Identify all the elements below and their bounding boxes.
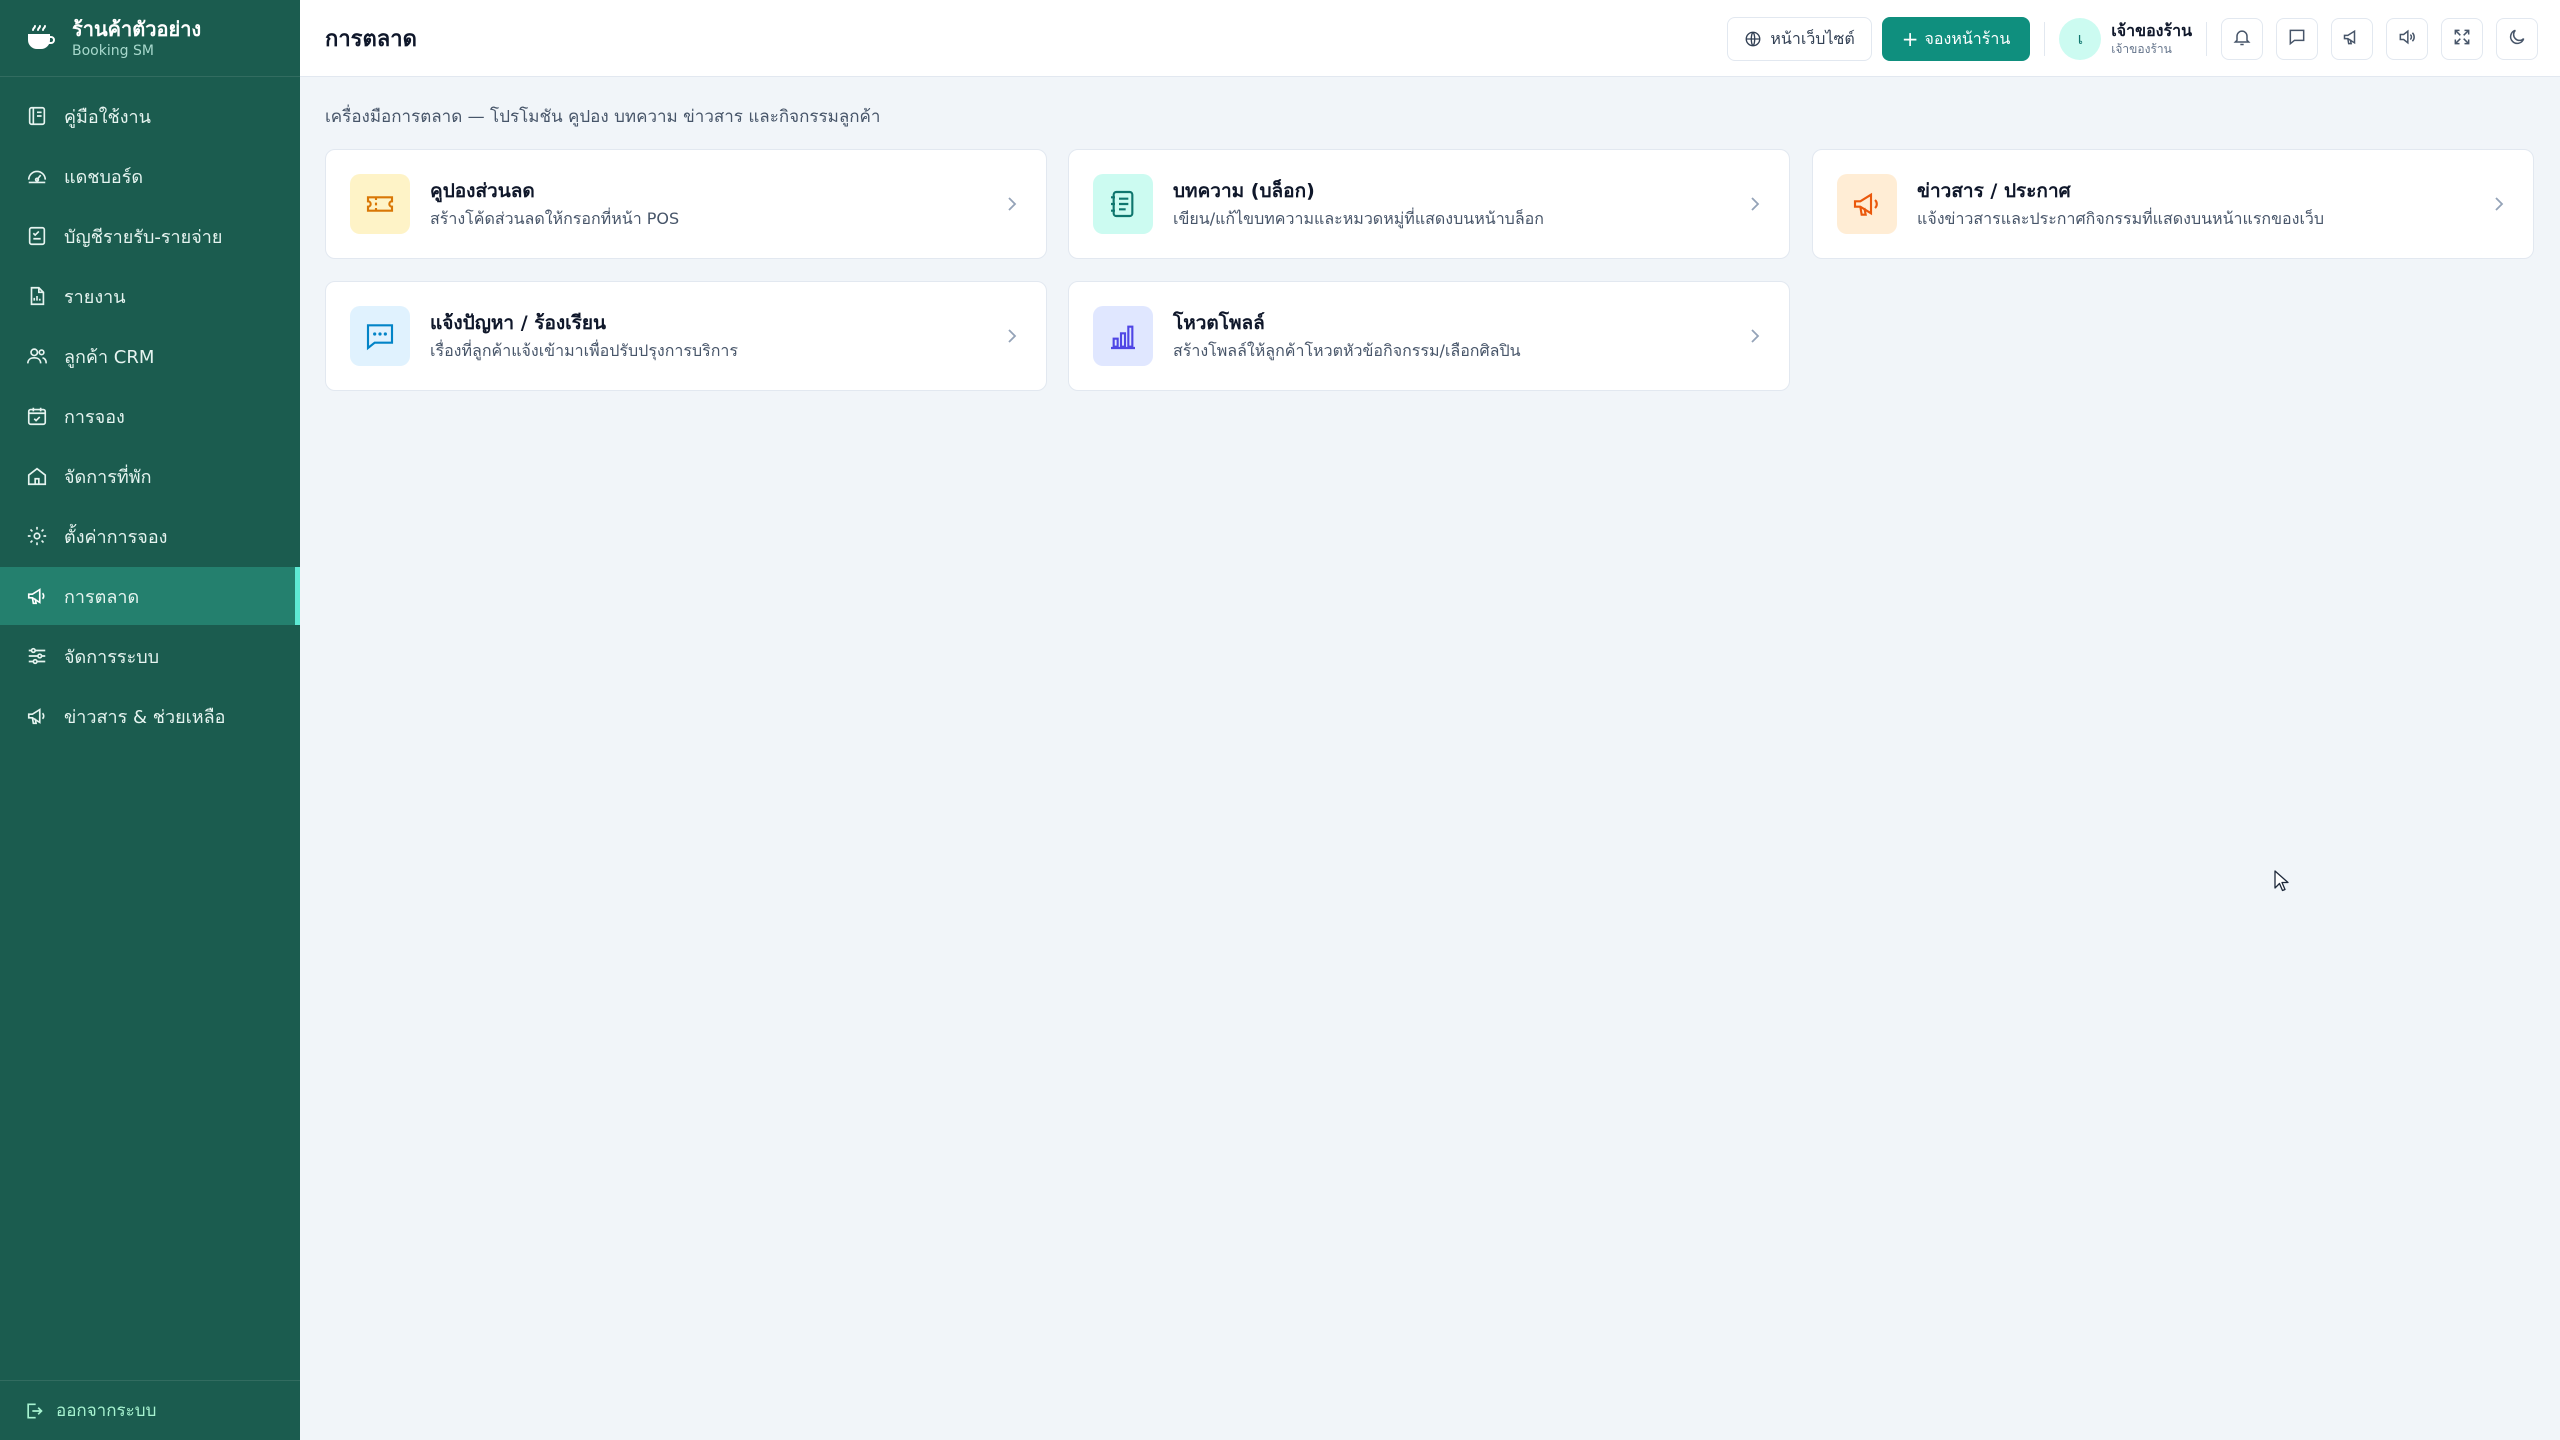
notifications-button[interactable] xyxy=(2221,18,2263,60)
megaphone-icon xyxy=(1837,174,1897,234)
chevron-right-icon xyxy=(2489,192,2509,220)
brand[interactable]: ร้านค้าตัวอย่าง Booking SM xyxy=(0,0,300,77)
website-button[interactable]: หน้าเว็บไซต์ xyxy=(1727,17,1872,61)
sidebar-item-reports[interactable]: รายงาน xyxy=(0,267,300,325)
message-icon xyxy=(350,306,410,366)
divider xyxy=(2206,22,2207,56)
walk-in-booking-button[interactable]: + จองหน้าร้าน xyxy=(1881,17,2031,61)
gauge-icon xyxy=(24,163,50,189)
fullscreen-button[interactable] xyxy=(2441,18,2483,60)
sidebar-item-label: จัดการที่พัก xyxy=(64,466,152,488)
card-description: สร้างโค้ดส่วนลดให้กรอกที่หน้า POS xyxy=(430,208,680,228)
card-title: ข่าวสาร / ประกาศ xyxy=(1917,179,2071,202)
sliders-icon xyxy=(24,643,50,669)
card-title: แจ้งปัญหา / ร้องเรียน xyxy=(430,311,606,334)
chevron-right-icon xyxy=(1745,324,1765,352)
sidebar-item-label: บัญชีรายรับ-รายจ่าย xyxy=(64,226,223,248)
gear-icon xyxy=(24,523,50,549)
sidebar-item-bookings[interactable]: การจอง xyxy=(0,387,300,445)
speaker-icon xyxy=(2397,27,2417,51)
ledger-icon xyxy=(24,223,50,249)
chevron-right-icon xyxy=(1745,192,1765,220)
bar-chart-icon xyxy=(1093,306,1153,366)
logout-button[interactable]: ออกจากระบบ xyxy=(0,1380,300,1440)
card-description: สร้างโพลล์ให้ลูกค้าโหวตหัวข้อกิจกรรม/เลื… xyxy=(1173,340,1521,360)
sidebar-item-label: ข่าวสาร & ช่วยเหลือ xyxy=(64,706,226,728)
divider xyxy=(2044,22,2046,56)
sidebar-item-label: รายงาน xyxy=(64,286,126,308)
logout-label: ออกจากระบบ xyxy=(56,1401,157,1421)
card-polls[interactable]: โหวตโพลล์ สร้างโพลล์ให้ลูกค้าโหวตหัวข้อก… xyxy=(1068,281,1790,391)
user-name: เจ้าของร้าน xyxy=(2111,21,2192,40)
sidebar-item-label: การตลาด xyxy=(64,586,140,608)
users-icon xyxy=(24,343,50,369)
brand-name: ร้านค้าตัวอย่าง xyxy=(72,17,202,41)
card-description: เขียน/แก้ไขบทความและหมวดหมู่ที่แสดงบนหน้… xyxy=(1173,208,1544,228)
walk-in-booking-label: จองหน้าร้าน xyxy=(1924,28,2011,48)
avatar: เ xyxy=(2059,18,2102,60)
megaphone-icon xyxy=(24,583,50,609)
user-menu[interactable]: เ เจ้าของร้าน เจ้าของร้าน xyxy=(2059,18,2192,60)
top-header: การตลาด หน้าเว็บไซต์ + จองหน้าร้าน เ เจ้… xyxy=(300,0,2560,77)
megaphone-icon xyxy=(2342,27,2362,51)
card-coupons[interactable]: คูปองส่วนลด สร้างโค้ดส่วนลดให้กรอกที่หน้… xyxy=(325,149,1047,259)
sidebar-item-label: แดชบอร์ด xyxy=(64,166,144,188)
logout-icon xyxy=(24,1400,46,1422)
ticket-icon xyxy=(350,174,410,234)
sidebar-item-marketing[interactable]: การตลาด xyxy=(0,567,300,625)
megaphone-icon xyxy=(24,703,50,729)
coffee-cup-icon xyxy=(24,21,58,55)
globe-icon xyxy=(1744,30,1762,48)
card-title: โหวตโพลล์ xyxy=(1173,311,1265,334)
sidebar-item-dashboard[interactable]: แดชบอร์ด xyxy=(0,147,300,205)
book-icon xyxy=(24,103,50,129)
sidebar-item-guide[interactable]: คู่มือใช้งาน xyxy=(0,87,300,145)
sidebar-item-accommodation[interactable]: จัดการที่พัก xyxy=(0,447,300,505)
card-blog[interactable]: บทความ (บล็อก) เขียน/แก้ไขบทความและหมวดห… xyxy=(1068,149,1790,259)
sound-button[interactable] xyxy=(2386,18,2428,60)
page-title: การตลาด xyxy=(325,26,417,52)
mouse-cursor-icon xyxy=(2274,870,2290,896)
sidebar-nav: คู่มือใช้งาน แดชบอร์ด บัญชีรายรับ-รายจ่า… xyxy=(0,77,300,745)
sidebar-item-news-help[interactable]: ข่าวสาร & ช่วยเหลือ xyxy=(0,687,300,745)
sidebar-item-label: ตั้งค่าการจอง xyxy=(64,526,168,548)
sidebar-item-label: คู่มือใช้งาน xyxy=(64,106,151,128)
card-description: แจ้งข่าวสารและประกาศกิจกรรมที่แสดงบนหน้า… xyxy=(1917,208,2325,228)
card-title: บทความ (บล็อก) xyxy=(1173,179,1315,202)
user-role: เจ้าของร้าน xyxy=(2111,42,2172,56)
chevron-right-icon xyxy=(1002,324,1022,352)
card-complaints[interactable]: แจ้งปัญหา / ร้องเรียน เรื่องที่ลูกค้าแจ้… xyxy=(325,281,1047,391)
calendar-check-icon xyxy=(24,403,50,429)
notebook-icon xyxy=(1093,174,1153,234)
chat-icon xyxy=(2287,27,2307,51)
website-button-label: หน้าเว็บไซต์ xyxy=(1770,28,1855,48)
card-description: เรื่องที่ลูกค้าแจ้งเข้ามาเพื่อปรับปรุงกา… xyxy=(430,340,739,360)
announcements-button[interactable] xyxy=(2331,18,2373,60)
card-title: คูปองส่วนลด xyxy=(430,179,535,202)
messages-button[interactable] xyxy=(2276,18,2318,60)
dark-mode-button[interactable] xyxy=(2496,18,2538,60)
sidebar-item-booking-settings[interactable]: ตั้งค่าการจอง xyxy=(0,507,300,565)
sidebar: ร้านค้าตัวอย่าง Booking SM คู่มือใช้งาน … xyxy=(0,0,300,1440)
fullscreen-icon xyxy=(2452,27,2472,51)
page-subtitle: เครื่องมือการตลาด — โปรโมชัน คูปอง บทควา… xyxy=(325,107,881,127)
sidebar-item-accounting[interactable]: บัญชีรายรับ-รายจ่าย xyxy=(0,207,300,265)
bell-icon xyxy=(2232,27,2252,51)
house-icon xyxy=(24,463,50,489)
sidebar-item-label: จัดการระบบ xyxy=(64,646,160,668)
card-news[interactable]: ข่าวสาร / ประกาศ แจ้งข่าวสารและประกาศกิจ… xyxy=(1812,149,2534,259)
sidebar-item-label: การจอง xyxy=(64,406,125,428)
chevron-right-icon xyxy=(1002,192,1022,220)
brand-subtitle: Booking SM xyxy=(72,43,154,59)
header-actions: หน้าเว็บไซต์ + จองหน้าร้าน เ เจ้าของร้าน… xyxy=(1727,16,2538,62)
plus-icon: + xyxy=(1901,27,1919,51)
moon-icon xyxy=(2507,27,2527,51)
report-icon xyxy=(24,283,50,309)
sidebar-item-system[interactable]: จัดการระบบ xyxy=(0,627,300,685)
sidebar-item-label: ลูกค้า CRM xyxy=(64,346,155,368)
sidebar-item-crm[interactable]: ลูกค้า CRM xyxy=(0,327,300,385)
